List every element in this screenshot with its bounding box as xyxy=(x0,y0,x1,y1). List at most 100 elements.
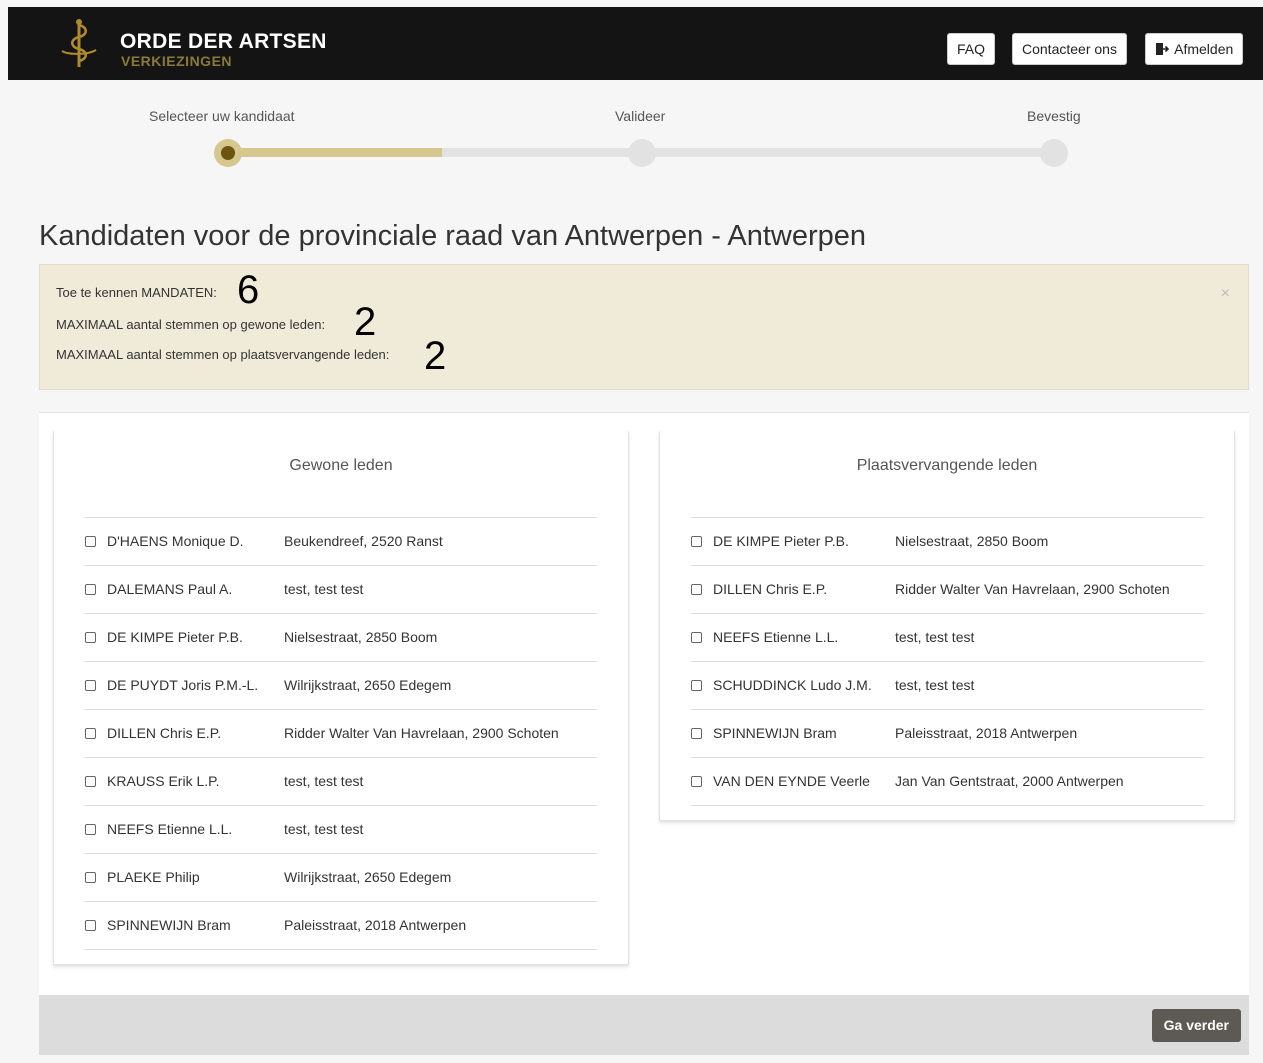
substitute-max-label: MAXIMAAL aantal stemmen op plaatsvervang… xyxy=(56,347,390,362)
candidate-checkbox[interactable] xyxy=(691,728,702,739)
candidate-row[interactable]: DE PUYDT Joris P.M.-L. Wilrijkstraat, 265… xyxy=(85,662,597,710)
substitute-members-title: Plaatsvervangende leden xyxy=(856,457,1038,474)
logout-icon xyxy=(1156,43,1170,55)
candidate-checkbox[interactable] xyxy=(85,776,96,787)
candidate-row[interactable]: DALEMANS Paul A. test, test test xyxy=(85,566,597,614)
page-title: Kandidaten voor de provinciale raad van … xyxy=(39,220,867,252)
candidate-checkbox[interactable] xyxy=(691,584,702,595)
candidate-row[interactable]: DE KIMPE Pieter P.B. Nielsestraat, 2850 B… xyxy=(85,614,597,662)
candidate-name: DILLEN Chris E.P. xyxy=(713,581,828,597)
candidate-lists-region: Gewone leden D'HAENS Monique D. Beukendre… xyxy=(39,412,1249,1003)
candidate-address: test, test test xyxy=(284,821,364,837)
candidate-name: DALEMANS Paul A. xyxy=(107,581,233,597)
substitute-members-list: DE KIMPE Pieter P.B. Nielsestraat, 2850 B… xyxy=(691,517,1203,806)
candidate-address: Paleisstraat, 2018 Antwerpen xyxy=(895,725,1078,741)
candidate-address: Wilrijkstraat, 2650 Edegem xyxy=(284,677,452,693)
main-content: Selecteer uw kandidaat Valideer Bevestig… xyxy=(8,80,1263,1063)
candidate-checkbox[interactable] xyxy=(85,728,96,739)
candidate-name: SPINNEWIJN Bram xyxy=(713,725,837,741)
candidate-row[interactable]: D'HAENS Monique D. Beukendreef, 2520 Rans… xyxy=(85,518,597,566)
mandates-line: Toe te kennen MANDATEN: 6 xyxy=(56,270,259,310)
candidate-address: Nielsestraat, 2850 Boom xyxy=(895,533,1049,549)
candidate-name: KRAUSS Erik L.P. xyxy=(107,773,220,789)
candidate-name: SPINNEWIJN Bram xyxy=(107,917,231,933)
candidate-address: Ridder Walter Van Havrelaan, 2900 Schote… xyxy=(895,581,1170,597)
contact-button[interactable]: Contacteer ons xyxy=(1012,33,1127,65)
candidate-name: DE PUYDT Joris P.M.-L. xyxy=(107,677,259,693)
candidate-checkbox[interactable] xyxy=(85,824,96,835)
candidate-row[interactable]: DILLEN Chris E.P. Ridder Walter Van Havre… xyxy=(85,710,597,758)
faq-button-label: FAQ xyxy=(957,41,986,57)
candidate-address: Paleisstraat, 2018 Antwerpen xyxy=(284,917,467,933)
candidate-row[interactable]: NEEFS Etienne L.L. test, test test xyxy=(691,614,1203,662)
step-label-validate: Valideer xyxy=(615,108,666,124)
step-dot-validate xyxy=(628,139,656,167)
candidate-address: Nielsestraat, 2850 Boom xyxy=(284,629,438,645)
caduceus-logo-icon xyxy=(61,19,97,67)
candidate-address: Ridder Walter Van Havrelaan, 2900 Schote… xyxy=(284,725,559,741)
logout-button-label: Afmelden xyxy=(1174,41,1234,57)
candidate-checkbox[interactable] xyxy=(85,584,96,595)
close-icon[interactable]: × xyxy=(1221,285,1230,303)
candidate-row[interactable]: DE KIMPE Pieter P.B. Nielsestraat, 2850 B… xyxy=(691,518,1203,566)
logo-title: ORDE DER ARTSEN xyxy=(120,30,327,53)
candidate-name: DILLEN Chris E.P. xyxy=(107,725,222,741)
candidate-row[interactable]: SCHUDDINCK Ludo J.M. test, test test xyxy=(691,662,1203,710)
mandates-label: Toe te kennen MANDATEN: xyxy=(56,285,217,300)
regular-members-card: Gewone leden D'HAENS Monique D. Beukendre… xyxy=(53,431,629,965)
candidate-row[interactable]: PLAEKE Philip Wilrijkstraat, 2650 Edegem xyxy=(85,854,597,902)
candidate-name: DE KIMPE Pieter P.B. xyxy=(713,533,849,549)
candidate-row[interactable]: VAN DEN EYNDE Veerle Jan Van Gentstraat, … xyxy=(691,758,1203,806)
mandates-info-alert: Toe te kennen MANDATEN: 6 MAXIMAAL aanta… xyxy=(39,264,1249,390)
candidate-name: VAN DEN EYNDE Veerle xyxy=(713,773,870,789)
candidate-name: PLAEKE Philip xyxy=(107,869,200,885)
regular-members-title: Gewone leden xyxy=(289,457,393,474)
candidate-row[interactable]: SPINNEWIJN Bram Paleisstraat, 2018 Antwer… xyxy=(691,710,1203,758)
substitute-max-value: 2 xyxy=(424,334,447,378)
candidate-checkbox[interactable] xyxy=(85,872,96,883)
candidate-checkbox[interactable] xyxy=(691,536,702,547)
logo-subtitle: VERKIEZINGEN xyxy=(121,53,233,69)
candidate-name: NEEFS Etienne L.L. xyxy=(713,629,839,645)
mandates-value: 6 xyxy=(237,268,260,312)
substitute-max-line: MAXIMAAL aantal stemmen op plaatsvervang… xyxy=(56,336,446,376)
stepper-progress-fill xyxy=(226,148,443,157)
regular-max-value: 2 xyxy=(354,300,377,344)
candidate-address: Beukendreef, 2520 Ranst xyxy=(284,533,443,549)
candidate-address: test, test test xyxy=(895,677,975,693)
step-label-select: Selecteer uw kandidaat xyxy=(149,108,295,124)
regular-max-line: MAXIMAAL aantal stemmen op gewone leden:… xyxy=(56,302,376,342)
step-label-confirm: Bevestig xyxy=(1027,108,1081,124)
candidate-checkbox[interactable] xyxy=(85,920,96,931)
candidate-row[interactable]: SPINNEWIJN Bram Paleisstraat, 2018 Antwer… xyxy=(85,902,597,950)
logout-button[interactable]: Afmelden xyxy=(1145,33,1244,65)
faq-button[interactable]: FAQ xyxy=(947,33,996,65)
candidate-checkbox[interactable] xyxy=(691,776,702,787)
footer-bar: Ga verder xyxy=(39,995,1249,1055)
substitute-members-card: Plaatsvervangende leden DE KIMPE Pieter … xyxy=(659,431,1235,821)
candidate-checkbox[interactable] xyxy=(691,680,702,691)
candidate-checkbox[interactable] xyxy=(85,632,96,643)
candidate-address: Jan Van Gentstraat, 2000 Antwerpen xyxy=(895,773,1124,789)
top-navigation-bar: ORDE DER ARTSEN VERKIEZINGEN FAQ Contact… xyxy=(8,7,1263,80)
candidate-address: test, test test xyxy=(284,773,364,789)
candidate-name: NEEFS Etienne L.L. xyxy=(107,821,233,837)
candidate-row[interactable]: KRAUSS Erik L.P. test, test test xyxy=(85,758,597,806)
candidate-checkbox[interactable] xyxy=(691,632,702,643)
candidate-address: test, test test xyxy=(284,581,364,597)
candidate-row[interactable]: NEEFS Etienne L.L. test, test test xyxy=(85,806,597,854)
regular-max-label: MAXIMAAL aantal stemmen op gewone leden: xyxy=(56,317,326,332)
candidate-checkbox[interactable] xyxy=(85,536,96,547)
continue-button[interactable]: Ga verder xyxy=(1151,1009,1241,1042)
contact-button-label: Contacteer ons xyxy=(1022,41,1117,57)
candidate-name: SCHUDDINCK Ludo J.M. xyxy=(713,677,872,693)
regular-members-list: D'HAENS Monique D. Beukendreef, 2520 Rans… xyxy=(85,517,597,950)
candidate-address: Wilrijkstraat, 2650 Edegem xyxy=(284,869,452,885)
candidate-checkbox[interactable] xyxy=(85,680,96,691)
step-dot-select xyxy=(214,139,242,167)
candidate-row[interactable]: DILLEN Chris E.P. Ridder Walter Van Havre… xyxy=(691,566,1203,614)
candidate-name: D'HAENS Monique D. xyxy=(107,533,244,549)
candidate-address: test, test test xyxy=(895,629,975,645)
step-dot-confirm xyxy=(1040,139,1068,167)
candidate-name: DE KIMPE Pieter P.B. xyxy=(107,629,243,645)
